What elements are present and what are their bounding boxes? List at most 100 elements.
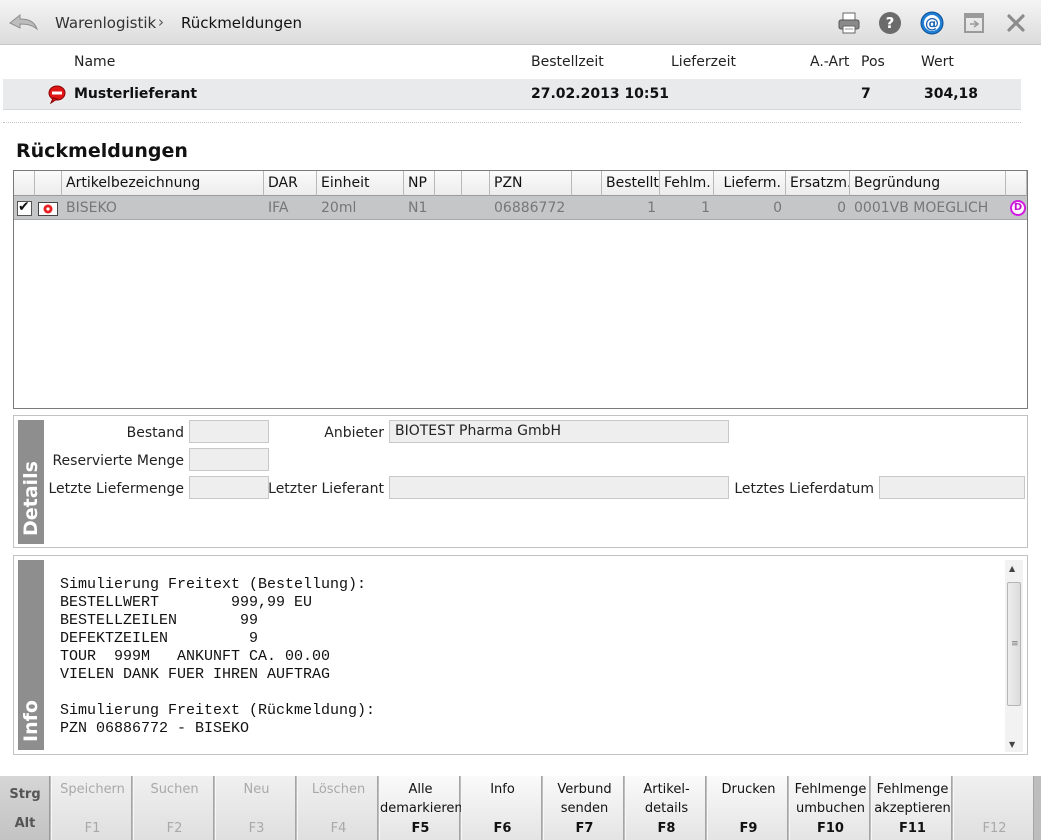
column-header-icon[interactable]	[35, 171, 62, 196]
back-arrow-icon[interactable]	[6, 9, 40, 35]
strg-label: Strg	[9, 787, 41, 802]
fkey-code: F8	[657, 821, 676, 836]
fkey-code: F9	[739, 821, 758, 836]
column-header-artikelbezeichnung[interactable]: Artikelbezeichnung	[62, 171, 264, 196]
title-bar: Warenlogistik › Rückmeldungen ? @	[0, 0, 1041, 45]
close-icon[interactable]	[1003, 10, 1029, 36]
fkey-f12-button[interactable]: F12	[953, 776, 1034, 840]
svg-text:@: @	[925, 16, 939, 32]
fkey-suchen-button[interactable]: Suchen F2	[133, 776, 214, 840]
printer-icon[interactable]	[836, 10, 862, 36]
header-aart: A.-Art	[810, 54, 850, 70]
column-header-pzn[interactable]: PZN	[490, 171, 572, 196]
fkey-label: Fehlmenge akzeptieren	[874, 782, 951, 816]
cell-begruendung: 0001VB MOEGLICH	[854, 200, 989, 216]
fkey-label: Alle demarkieren	[380, 782, 463, 816]
scroll-down-icon[interactable]: ▼	[1009, 740, 1015, 749]
column-header-ersatzm[interactable]: Ersatzm.	[786, 171, 850, 196]
scroll-up-icon[interactable]: ▲	[1009, 564, 1015, 573]
fkey-label: Löschen	[311, 782, 366, 797]
fkey-alle-demarkieren-button[interactable]: Alle demarkieren F5	[379, 776, 463, 840]
details-label-text: Details	[20, 461, 42, 536]
fkey-code: F2	[166, 821, 183, 836]
column-header-einheit[interactable]: Einheit	[317, 171, 404, 196]
help-icon[interactable]: ?	[877, 10, 903, 36]
fkey-speichern-button[interactable]: Speichern F1	[51, 776, 132, 840]
header-lieferzeit: Lieferzeit	[671, 54, 736, 70]
column-header-blank-3[interactable]	[572, 171, 602, 196]
column-header-blank-1[interactable]	[435, 171, 462, 196]
order-bestellzeit: 27.02.2013 10:51	[531, 86, 670, 102]
info-text: Simulierung Freitext (Bestellung): BESTE…	[60, 576, 376, 737]
letzter-lieferant-label: Letzter Lieferant	[268, 481, 384, 497]
fkey-label: Drucken	[721, 782, 776, 797]
column-header-flag[interactable]	[1006, 171, 1027, 196]
anbieter-label: Anbieter	[324, 425, 384, 441]
breadcrumb-separator: ›	[158, 13, 164, 31]
column-header-dar[interactable]: DAR	[264, 171, 317, 196]
fkey-code: F7	[575, 821, 594, 836]
fkey-code: F12	[982, 821, 1007, 836]
supplier-speech-icon	[48, 85, 66, 104]
scroll-grip-icon: ≡	[1011, 639, 1019, 649]
fkey-verbund-senden-button[interactable]: Verbund senden F7	[543, 776, 624, 840]
letztes-lieferdatum-field	[879, 476, 1025, 499]
fkey-code: F1	[84, 821, 101, 836]
divider	[3, 122, 1021, 123]
cell-dar: IFA	[268, 200, 289, 216]
info-label-text: Info	[20, 700, 42, 742]
column-header-bestellt[interactable]: Bestellt	[602, 171, 660, 196]
fkey-code: F11	[899, 821, 926, 836]
fkey-loeschen-button[interactable]: Löschen F4	[297, 776, 378, 840]
fkey-fehlmenge-akzeptieren-button[interactable]: Fehlmenge akzeptieren F11	[871, 776, 952, 840]
function-key-bar: Strg Alt Speichern F1 Suchen F2 Neu F3 Löschen…	[0, 776, 1041, 840]
header-pos: Pos	[861, 54, 885, 70]
fkey-label: Info	[490, 782, 515, 797]
row-checkbox[interactable]: ✔	[17, 199, 32, 216]
fkey-artikel-details-button[interactable]: Artikel- details F8	[625, 776, 706, 840]
info-panel: Info Simulierung Freitext (Bestellung): …	[13, 555, 1028, 755]
section-title: Rückmeldungen	[16, 140, 188, 162]
fkey-fehlmenge-umbuchen-button[interactable]: Fehlmenge umbuchen F10	[789, 776, 870, 840]
breadcrumb-current: Rückmeldungen	[181, 14, 302, 32]
column-header-lieferm[interactable]: Lieferm.	[714, 171, 786, 196]
info-scrollbar[interactable]: ▲ ≡ ▼	[1005, 560, 1023, 752]
letzte-liefermenge-label: Letzte Liefermenge	[48, 481, 184, 497]
info-side-label: Info	[18, 560, 44, 750]
fkey-code: F6	[493, 821, 512, 836]
letzter-lieferant-field	[389, 476, 729, 499]
cell-einheit: 20ml	[321, 200, 357, 216]
column-header-begruendung[interactable]: Begründung	[850, 171, 1006, 196]
email-icon[interactable]: @	[919, 10, 945, 36]
fkey-label: Speichern	[60, 782, 125, 797]
column-header-fehlm[interactable]: Fehlm.	[660, 171, 714, 196]
cell-pzn: 06886772	[494, 200, 566, 216]
bestand-label: Bestand	[126, 425, 184, 441]
letztes-lieferdatum-label: Letztes Lieferdatum	[734, 481, 874, 497]
anbieter-field: BIOTEST Pharma GmbH	[389, 420, 729, 443]
fkey-drucken-button[interactable]: Drucken F9	[707, 776, 788, 840]
header-name: Name	[74, 54, 116, 70]
order-pos: 7	[861, 86, 871, 102]
scroll-thumb[interactable]: ≡	[1007, 582, 1021, 706]
bestand-field	[189, 420, 269, 443]
supplier-name: Musterlieferant	[74, 86, 198, 102]
fkey-label: Fehlmenge umbuchen	[794, 782, 867, 816]
column-header-blank-2[interactable]	[462, 171, 490, 196]
cell-np: N1	[408, 200, 428, 216]
column-header-np[interactable]: NP	[404, 171, 435, 196]
letzte-liefermenge-field	[189, 476, 269, 499]
details-panel: Details Bestand Reservierte Menge Letzte…	[13, 415, 1028, 548]
d-badge-icon: D	[1010, 200, 1026, 216]
window-icon[interactable]	[961, 10, 987, 36]
column-header-check[interactable]	[14, 171, 35, 196]
order-row[interactable]: Musterlieferant 27.02.2013 10:51 7 304,1…	[3, 79, 1021, 110]
cell-ersatzm: 0	[837, 200, 846, 216]
fkey-info-button[interactable]: Info F6	[461, 776, 542, 840]
breadcrumb-parent[interactable]: Warenlogistik	[55, 14, 156, 32]
cell-fehlm: 1	[701, 200, 710, 216]
table-row[interactable]: ✔ BISEKO IFA 20ml N1 06886772 1 1 0 0 00…	[14, 196, 1027, 220]
order-wert: 304,18	[924, 86, 979, 102]
fkey-code: F5	[411, 821, 430, 836]
fkey-neu-button[interactable]: Neu F3	[215, 776, 296, 840]
